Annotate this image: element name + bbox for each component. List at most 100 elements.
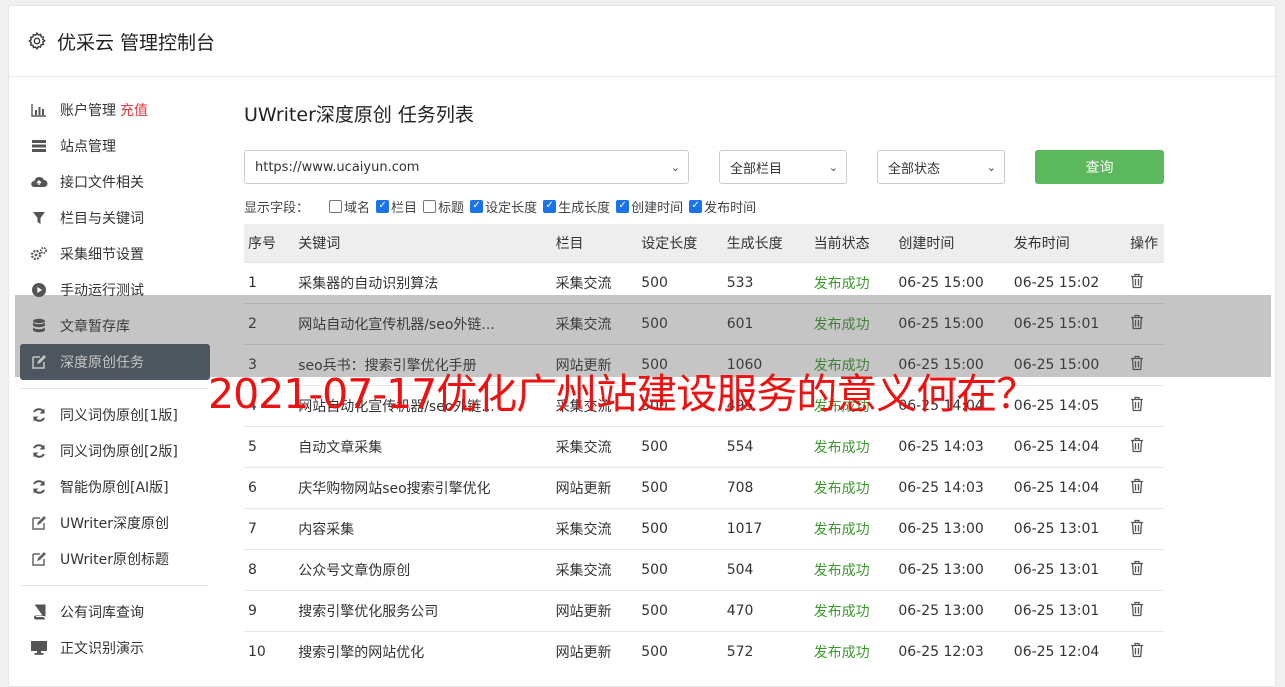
field-checkbox-label: 域名 [344,200,371,216]
field-checkbox[interactable]: ✓ 发布时间 [689,197,756,216]
checkbox-unchecked-icon[interactable] [423,199,437,213]
trash-icon[interactable] [1130,478,1144,498]
table-cell: 网站更新 [551,589,638,631]
trash-icon[interactable] [1130,601,1144,621]
sidebar-item-label: 同义词伪原创[2版] [60,444,178,460]
table-cell: 500 [637,548,723,590]
sidebar-item[interactable]: 同义词伪原创[1版] [20,397,210,433]
refresh-icon [30,442,48,460]
column-select[interactable]: 全部栏目 ⌄ [719,150,847,184]
table-cell: 采集交流 [551,507,638,549]
checkbox-checked-icon[interactable]: ✓ [689,199,703,213]
sidebar-item-label: 账户管理 [60,103,116,119]
status-select-value: 全部状态 [888,161,941,177]
field-checkbox[interactable]: ✓ 设定长度 [470,197,537,216]
table-cell: 554 [722,425,810,467]
checkbox-checked-icon[interactable]: ✓ [376,199,390,213]
book-icon [30,603,48,621]
sidebar-item-label: 站点管理 [60,139,116,155]
checkbox-checked-icon[interactable]: ✓ [616,199,630,213]
field-checkbox-label: 生成长度 [558,200,611,216]
trash-icon[interactable] [1130,560,1144,580]
delete-button[interactable] [1126,425,1164,467]
table-cell: 06-25 13:00 [894,548,1010,590]
delete-button[interactable] [1126,548,1164,590]
table-cell: 1017 [722,507,810,549]
sidebar-item[interactable]: 站点管理 [20,128,210,164]
table-cell: 06-25 13:00 [894,507,1010,549]
checkbox-checked-icon[interactable]: ✓ [543,199,557,213]
recharge-link[interactable]: 充值 [120,100,148,120]
table-cell: 网站更新 [551,630,638,672]
site-select[interactable]: https://www.ucaiyun.com ⌄ [244,150,689,184]
field-checkbox-label: 设定长度 [485,200,538,216]
table-cell: 10 [244,630,295,672]
server-icon [30,137,48,155]
sidebar-item[interactable]: UWriter深度原创 [20,505,210,541]
gear-icon [28,31,46,51]
trash-icon[interactable] [1130,396,1144,416]
table-cell: 自动文章采集 [294,425,552,467]
delete-button[interactable] [1126,466,1164,508]
delete-button[interactable] [1126,589,1164,631]
trash-icon[interactable] [1130,437,1144,457]
sidebar-item-label: 公有词库查询 [60,605,144,621]
trash-icon[interactable] [1130,642,1144,662]
sidebar-item[interactable]: 智能伪原创[AI版] [20,469,210,505]
delete-button[interactable] [1126,384,1164,426]
table-row: 9 搜索引擎优化服务公司 网站更新 500 470 发布成功 06-25 13:00 06-2… [244,589,1164,631]
filter-icon [30,209,48,227]
table-cell: 公众号文章伪原创 [294,548,552,590]
table-cell: 504 [722,548,810,590]
table-cell: 06-25 12:03 [894,630,1010,672]
field-checkbox[interactable]: ✓ 生成长度 [543,197,610,216]
sidebar-item-label: 采集细节设置 [60,247,144,263]
trash-icon[interactable] [1130,273,1144,293]
refresh-icon [30,406,48,424]
sidebar-item[interactable]: UWriter原创标题 [20,541,210,577]
table-cell: 采集交流 [551,425,638,467]
sidebar-item-label: UWriter深度原创 [60,516,169,532]
field-checkbox-label: 发布时间 [704,200,757,216]
sidebar-item[interactable]: 接口文件相关 [20,164,210,200]
sidebar-item-label: 接口文件相关 [60,175,144,191]
edit-icon [30,550,48,568]
sidebar-item-label: UWriter原创标题 [60,552,169,568]
table-row: 10 搜索引擎的网站优化 网站更新 500 572 发布成功 06-25 12:03 06-2… [244,630,1164,672]
sidebar-item[interactable]: 公有词库查询 [20,594,210,630]
query-button[interactable]: 查询 [1035,150,1164,184]
table-header-row: 序号 关键词 栏目 设定长度 生成长度 当前状态 创建时间 发布时间 操作 [244,224,1164,262]
delete-button[interactable] [1126,507,1164,549]
table-cell: 06-25 14:04 [1009,425,1127,467]
delete-button[interactable] [1126,630,1164,672]
field-checkbox[interactable]: 标题 [423,197,464,216]
column-header: 操作 [1130,235,1159,252]
sidebar-item[interactable]: 采集细节设置 [20,236,210,272]
table-cell: 搜索引擎的网站优化 [294,630,552,672]
status-select[interactable]: 全部状态 ⌄ [877,150,1005,184]
monitor-icon [30,639,48,657]
column-header: 创建时间 [898,235,955,252]
table-cell: 06-25 14:03 [894,425,1010,467]
sidebar-item-label: 智能伪原创[AI版] [60,480,169,496]
table-cell: 搜索引擎优化服务公司 [294,589,552,631]
trash-icon[interactable] [1130,519,1144,539]
sidebar-item[interactable]: 账户管理 充值 [20,92,210,128]
table-cell: 06-25 13:00 [894,589,1010,631]
table-cell: 庆华购物网站seo搜索引擎优化 [294,466,552,508]
table-row: 6 庆华购物网站seo搜索引擎优化 网站更新 500 708 发布成功 06-25 14:0… [244,466,1164,508]
table-cell: 708 [722,466,810,508]
checkbox-checked-icon[interactable]: ✓ [470,199,484,213]
table-cell: 发布成功 [809,425,895,467]
column-header: 当前状态 [813,235,870,252]
field-checkbox[interactable]: 域名 [329,197,370,216]
sidebar-item[interactable]: 同义词伪原创[2版] [20,433,210,469]
table-cell: 06-25 12:04 [1009,630,1127,672]
field-checkbox[interactable]: ✓ 创建时间 [616,197,683,216]
refresh-icon [30,478,48,496]
field-checkbox[interactable]: ✓ 栏目 [376,197,417,216]
sidebar-item[interactable]: 正文识别演示 [20,630,210,666]
sidebar-item[interactable]: 栏目与关键词 [20,200,210,236]
checkbox-unchecked-icon[interactable] [329,199,343,213]
table-cell: 06-25 13:01 [1009,589,1127,631]
